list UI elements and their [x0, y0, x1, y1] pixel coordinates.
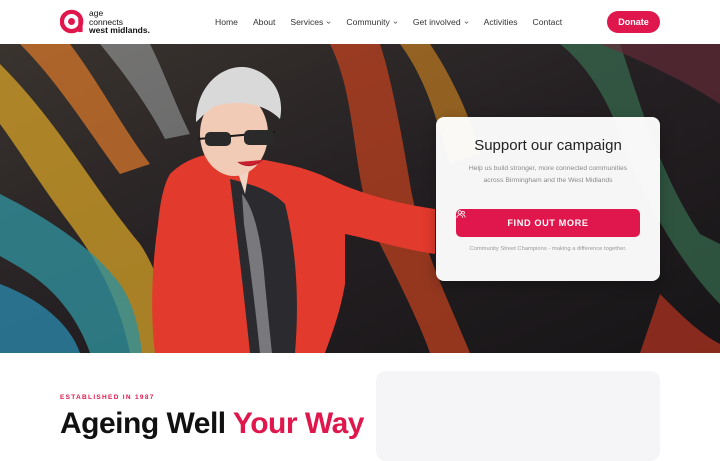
donate-button[interactable]: Donate	[607, 11, 660, 33]
nav-label: Services	[290, 17, 324, 27]
nav-label: Contact	[532, 17, 563, 27]
chevron-down-icon	[393, 20, 398, 24]
logo-text: age connects west midlands.	[89, 9, 150, 35]
nav-community[interactable]: Community	[346, 17, 398, 27]
nav-label: About	[252, 17, 276, 27]
campaign-card-note: Community Street Champions - making a di…	[469, 246, 627, 252]
nav-get-involved[interactable]: Get involved	[413, 17, 469, 27]
age-connects-logo-icon	[60, 9, 84, 34]
chevron-down-icon	[464, 20, 469, 24]
headline-part-2: Your Way	[232, 407, 365, 440]
find-out-more-label: FIND OUT MORE	[507, 218, 589, 228]
nav-label: Activities	[483, 17, 518, 27]
nav-about[interactable]: About	[253, 17, 275, 27]
main-nav: Home About Services Community Get involv…	[215, 0, 577, 44]
campaign-card-title: Support our campaign	[474, 137, 622, 154]
nav-label: Community	[346, 17, 390, 27]
established-eyebrow: ESTABLISHED IN 1987	[60, 394, 155, 401]
site-header: age connects west midlands. Home About S…	[0, 0, 720, 44]
nav-activities[interactable]: Activities	[484, 17, 518, 27]
chevron-down-icon	[326, 20, 331, 24]
campaign-card: Support our campaign Help us build stron…	[436, 117, 660, 281]
intro-side-panel	[376, 371, 660, 461]
headline-part-1: Ageing Well	[60, 407, 226, 440]
nav-contact[interactable]: Contact	[533, 17, 563, 27]
logo-line-3: west midlands.	[89, 25, 150, 35]
nav-services[interactable]: Services	[290, 17, 331, 27]
people-icon	[456, 210, 466, 218]
find-out-more-button[interactable]: FIND OUT MORE	[456, 209, 640, 237]
campaign-card-description: Help us build stronger, more connected c…	[468, 165, 628, 184]
nav-home[interactable]: Home	[215, 17, 238, 27]
site-logo[interactable]: age connects west midlands.	[60, 9, 150, 35]
hero-banner: Support our campaign Help us build stron…	[0, 44, 720, 353]
nav-label: Get involved	[412, 17, 461, 27]
page-headline: Ageing Well Your Way	[60, 407, 364, 441]
nav-label: Home	[215, 17, 238, 27]
